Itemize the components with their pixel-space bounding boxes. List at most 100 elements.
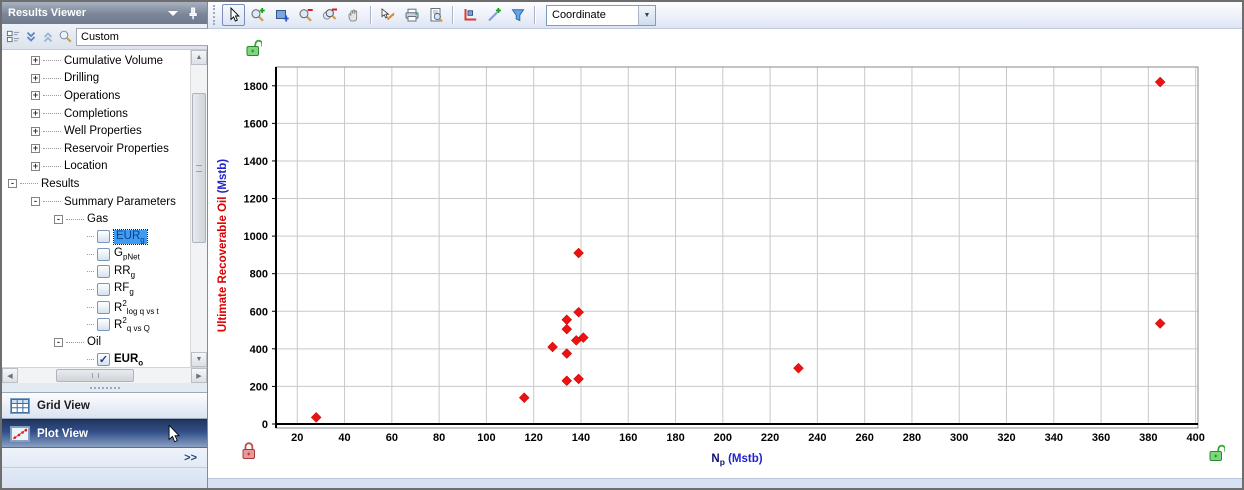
tree-item-results[interactable]: -Results (2, 175, 190, 193)
collapse-icon[interactable]: - (31, 197, 40, 206)
expand-icon[interactable]: + (31, 109, 40, 118)
zoom-previous-icon (322, 7, 338, 23)
data-point[interactable] (562, 324, 572, 334)
expand-icon[interactable]: + (31, 74, 40, 83)
zoom-previous-button[interactable] (318, 4, 341, 26)
tree-toolbar (2, 24, 207, 50)
scroll-right-button[interactable]: ▶ (191, 368, 207, 383)
scroll-up-button[interactable]: ▲ (191, 50, 207, 65)
corner-lock-icon-unlocked[interactable] (1208, 443, 1225, 462)
tree-item-label: Well Properties (64, 125, 142, 137)
filter-button[interactable] (506, 4, 529, 26)
tree-item-cumulative-volume[interactable]: +Cumulative Volume (2, 52, 190, 70)
pin-icon[interactable] (185, 6, 201, 20)
dropdown-arrow-icon[interactable]: ▼ (638, 6, 655, 25)
tree-item-drilling[interactable]: +Drilling (2, 70, 190, 88)
data-point[interactable] (574, 374, 584, 384)
tree-item-oil[interactable]: -Oil (2, 334, 190, 352)
category-view-icon[interactable] (6, 28, 21, 46)
y-axis-lock-icon-unlocked[interactable] (245, 38, 262, 57)
grid-view-button[interactable]: Grid View (2, 392, 207, 419)
tree-item-completions[interactable]: +Completions (2, 105, 190, 123)
checkbox-unchecked[interactable] (97, 265, 110, 278)
tree-item-rlog-q-vs-t[interactable]: R2log q vs t (2, 298, 190, 316)
tree-item-rfg[interactable]: RFg (2, 281, 190, 299)
toolbar-grip[interactable] (213, 5, 217, 25)
x-axis-lock-icon-locked[interactable] (241, 441, 258, 460)
tree-item-reservoir-properties[interactable]: +Reservoir Properties (2, 140, 190, 158)
tree-item-gas[interactable]: -Gas (2, 210, 190, 228)
scroll-track[interactable] (191, 65, 207, 352)
expand-icon[interactable]: + (31, 162, 40, 171)
zoom-out-button[interactable] (294, 4, 317, 26)
checkbox-unchecked[interactable] (97, 230, 110, 243)
collapse-all-icon[interactable] (24, 28, 38, 46)
select-tool-button[interactable] (222, 4, 245, 26)
results-tree-wrap: +Cumulative Volume+Drilling+Operations+C… (2, 50, 207, 368)
tree-item-location[interactable]: +Location (2, 158, 190, 176)
tree-item-rrg[interactable]: RRg (2, 263, 190, 281)
checkbox-unchecked[interactable] (97, 301, 110, 314)
plot-type-dropdown[interactable]: Coordinate ▼ (546, 5, 656, 26)
expand-icon[interactable]: + (31, 144, 40, 153)
scroll-thumb[interactable] (56, 369, 134, 382)
expand-icon[interactable]: + (31, 91, 40, 100)
expand-icon[interactable]: + (31, 56, 40, 65)
data-point[interactable] (562, 315, 572, 325)
print-preview-button[interactable] (424, 4, 447, 26)
data-point[interactable] (793, 363, 803, 373)
collapse-icon[interactable]: - (54, 215, 63, 224)
chart-canvas[interactable]: 0200400600800100012001400160018002040608… (208, 29, 1241, 478)
pan-button[interactable] (342, 4, 365, 26)
data-point[interactable] (574, 248, 584, 258)
search-icon[interactable] (58, 28, 73, 46)
tree-item-summary-parameters[interactable]: -Summary Parameters (2, 193, 190, 211)
scroll-down-button[interactable]: ▼ (191, 352, 207, 367)
axis-properties-button[interactable] (458, 4, 481, 26)
tree-connector (43, 148, 61, 149)
data-point[interactable] (562, 376, 572, 386)
expand-icon[interactable]: + (31, 127, 40, 136)
tree-item-well-properties[interactable]: + Well Properties (2, 122, 190, 140)
data-point[interactable] (311, 412, 321, 422)
more-views-button[interactable]: >> (2, 448, 207, 468)
tree-item-eurg[interactable]: EURg (2, 228, 190, 246)
chevron-down-icon[interactable] (165, 6, 181, 20)
svg-text:1400: 1400 (244, 156, 268, 168)
collapse-icon[interactable]: - (8, 179, 17, 188)
panel-splitter[interactable] (2, 383, 207, 392)
add-line-icon (486, 7, 502, 23)
expand-all-icon[interactable] (41, 28, 55, 46)
data-point[interactable] (574, 307, 584, 317)
scroll-thumb[interactable] (192, 93, 206, 243)
print-button[interactable] (400, 4, 423, 26)
svg-text:1600: 1600 (244, 118, 268, 130)
tree-item-rq-vs-q[interactable]: R2q vs Q (2, 316, 190, 334)
scroll-track[interactable] (18, 368, 191, 383)
dropdown-value: Coordinate (547, 9, 638, 21)
tree-horizontal-scrollbar[interactable]: ◀ ▶ (2, 368, 207, 383)
checkbox-unchecked[interactable] (97, 318, 110, 331)
svg-text:120: 120 (525, 432, 543, 444)
zoom-window-button[interactable] (270, 4, 293, 26)
checkbox-unchecked[interactable] (97, 283, 110, 296)
zoom-in-button[interactable] (246, 4, 269, 26)
data-point[interactable] (548, 342, 558, 352)
status-strip (208, 478, 1242, 488)
add-line-button[interactable] (482, 4, 505, 26)
checkbox-unchecked[interactable] (97, 248, 110, 261)
filter-search-input[interactable] (76, 28, 228, 46)
tree-item-operations[interactable]: +Operations (2, 87, 190, 105)
tree-item-gpnet[interactable]: GpNet (2, 246, 190, 264)
collapse-icon[interactable]: - (54, 338, 63, 347)
scroll-left-button[interactable]: ◀ (2, 368, 18, 383)
snapshot-button[interactable] (376, 4, 399, 26)
tree-item-euro[interactable]: ✓EURo (2, 351, 190, 367)
svg-text:100: 100 (477, 432, 495, 444)
checkbox-checked[interactable]: ✓ (97, 353, 110, 366)
data-point[interactable] (519, 393, 529, 403)
tree-vertical-scrollbar[interactable]: ▲ ▼ (190, 50, 207, 367)
data-point[interactable] (1155, 318, 1165, 328)
data-point[interactable] (562, 349, 572, 359)
plot-view-button[interactable]: Plot View (2, 419, 207, 448)
